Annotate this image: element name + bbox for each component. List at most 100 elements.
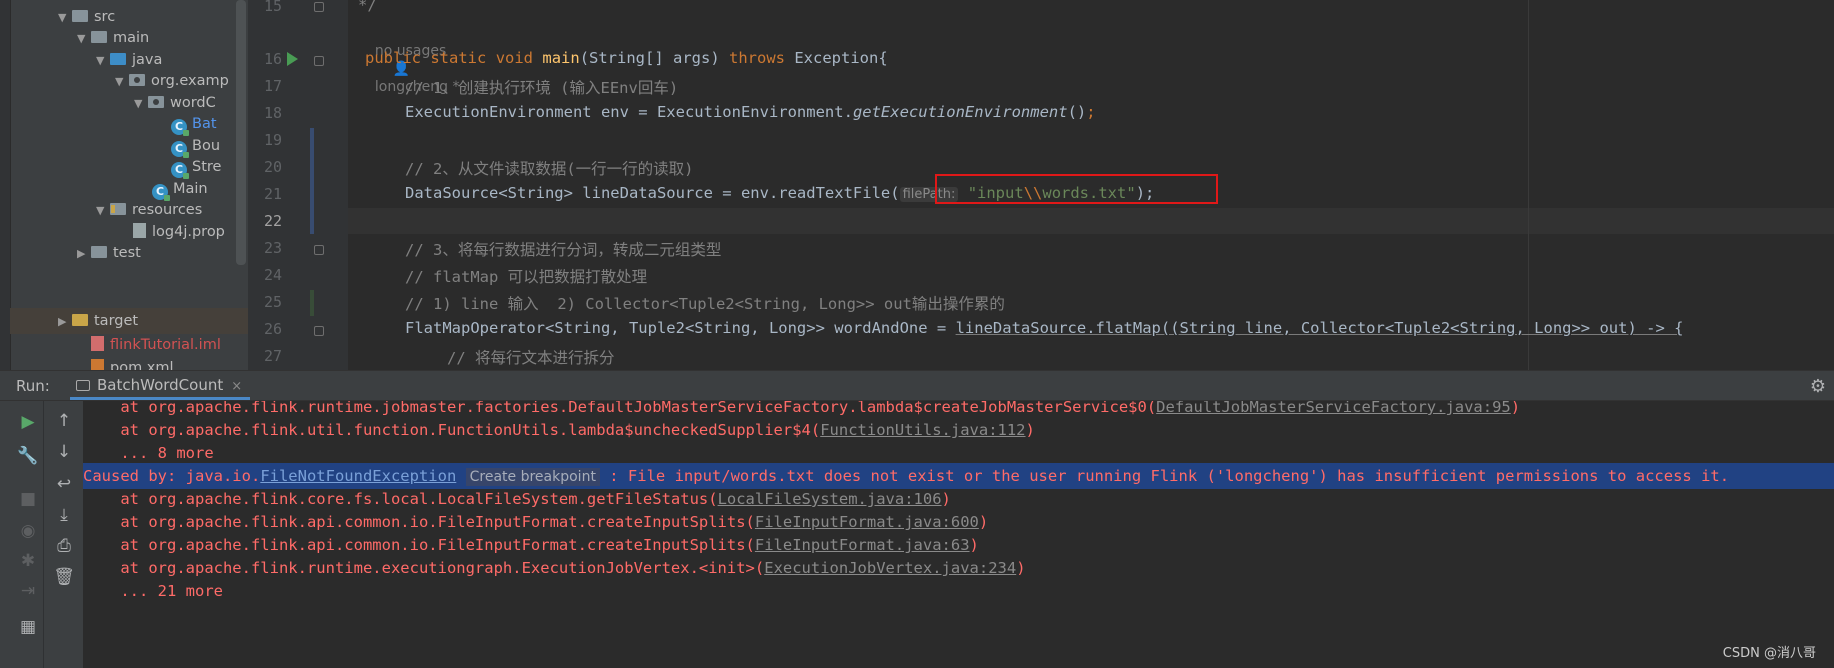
- console-line: at org.apache.flink.runtime.executiongra…: [83, 555, 1025, 581]
- fold-icon[interactable]: [314, 2, 324, 12]
- console-text: ): [1025, 421, 1035, 439]
- code-token: lineDataSource.flatMap((String line, Col…: [955, 319, 1684, 337]
- line-number: 18: [263, 104, 282, 122]
- highlight-box: [935, 174, 1218, 204]
- tree-item-label: main: [113, 30, 150, 46]
- line-number-current: 22: [263, 212, 282, 230]
- java-class-icon: C: [171, 162, 189, 179]
- trash-icon[interactable]: 🗑: [51, 567, 77, 587]
- console-line: at org.apache.flink.util.function.Functi…: [83, 417, 1035, 443]
- print-icon[interactable]: ⎙: [51, 536, 77, 556]
- tree-item-target[interactable]: ▶ target: [58, 309, 138, 334]
- tree-item-test[interactable]: ▶ test: [77, 241, 141, 266]
- code-token: throws: [729, 49, 785, 67]
- code-token: (String[] args): [579, 49, 729, 67]
- scroll-to-end-icon[interactable]: ⤓: [51, 505, 77, 525]
- console-text: ): [941, 490, 951, 508]
- java-class-icon: C: [171, 119, 189, 136]
- stop-icon[interactable]: ■: [15, 489, 41, 509]
- code-token: main: [542, 49, 580, 67]
- tree-item-label: pom.xml: [110, 360, 174, 370]
- line-number: 20: [263, 158, 282, 176]
- tree-scrollbar[interactable]: [236, 0, 246, 265]
- tree-item-label: java: [132, 52, 163, 68]
- console-text: at org.apache.flink.core.fs.local.LocalF…: [83, 490, 718, 508]
- watermark: CSDN @消八哥: [1722, 646, 1816, 661]
- stacktrace-link[interactable]: ExecutionJobVertex.java:234: [764, 559, 1016, 577]
- stacktrace-link[interactable]: DefaultJobMasterServiceFactory.java:95: [1156, 401, 1511, 416]
- tree-item-label: test: [113, 245, 141, 261]
- exception-link[interactable]: FileNotFoundException: [260, 467, 456, 485]
- run-config-tab[interactable]: BatchWordCount ×: [70, 371, 251, 400]
- line-number: 23: [263, 239, 282, 257]
- tree-item-file[interactable]: log4j.prop: [133, 220, 225, 245]
- stacktrace-link[interactable]: FileInputFormat.java:600: [755, 513, 979, 531]
- rerun-icon[interactable]: ▶: [15, 412, 41, 432]
- chevron-down-icon: ▼: [96, 54, 105, 67]
- code-line: */: [358, 0, 377, 14]
- tree-item-label: log4j.prop: [152, 224, 225, 240]
- run-gutter-icon[interactable]: [287, 52, 298, 66]
- tree-item-label: flinkTutorial.iml: [110, 337, 221, 353]
- tree-item-label: Bou: [192, 138, 221, 154]
- code-token: void: [495, 49, 534, 67]
- code-token: static: [430, 49, 487, 67]
- code-comment: // 将每行文本进行拆分: [447, 349, 615, 367]
- fold-icon[interactable]: [314, 56, 324, 66]
- tree-item-label: src: [94, 9, 116, 25]
- console-text: ): [1510, 401, 1521, 416]
- code-token: Exception{: [785, 49, 888, 67]
- console-icon: [76, 380, 90, 391]
- vcs-change-marker[interactable]: [310, 128, 314, 234]
- code-token: (): [1067, 103, 1087, 121]
- tab-label: BatchWordCount: [97, 376, 224, 394]
- iml-file-icon: [91, 336, 104, 351]
- wrench-icon[interactable]: 🔧: [15, 446, 41, 466]
- right-margin-guide: [1528, 0, 1529, 370]
- console-line: ... 21 more: [83, 582, 223, 600]
- tree-item-file[interactable]: flinkTutorial.iml: [91, 333, 221, 358]
- console-text: at org.apache.flink.runtime.executiongra…: [83, 559, 765, 577]
- stacktrace-link[interactable]: FunctionUtils.java:112: [820, 421, 1025, 439]
- run-tool-window-header: Run: BatchWordCount × ⚙: [0, 370, 1834, 401]
- gear-icon[interactable]: ⚙: [1810, 376, 1826, 397]
- line-number: 27: [263, 347, 282, 365]
- source-folder-icon: [110, 53, 126, 65]
- package-icon: [129, 74, 145, 86]
- code-line: ExecutionEnvironment env = ExecutionEnvi…: [405, 103, 1096, 121]
- fold-icon[interactable]: [314, 245, 324, 255]
- stacktrace-link[interactable]: FileInputFormat.java:63: [755, 536, 970, 554]
- layout-icon[interactable]: ▦: [15, 617, 41, 637]
- vcs-added-marker[interactable]: [310, 290, 314, 316]
- code-comment: // 1) line 输入 2) Collector<Tuple2<String…: [405, 295, 1005, 313]
- console-text: ): [969, 536, 979, 554]
- code-token: ;: [1086, 103, 1096, 121]
- console-text: at org.apache.flink.util.function.Functi…: [83, 421, 821, 439]
- chevron-down-icon: ▼: [115, 75, 124, 88]
- code-token: FlatMapOperator<String, Tuple2<String, L…: [405, 319, 956, 337]
- soft-wrap-icon[interactable]: ↩: [51, 474, 77, 494]
- camera-icon[interactable]: ◉: [15, 521, 41, 541]
- arrow-down-icon[interactable]: ↓: [51, 442, 77, 462]
- code-line: public static void main(String[] args) t…: [365, 49, 888, 67]
- arrow-up-icon[interactable]: ↑: [51, 411, 77, 431]
- stacktrace-link[interactable]: LocalFileSystem.java:106: [718, 490, 942, 508]
- code-comment: // 1、创建执行环境 (输入EEnv回车): [405, 79, 679, 97]
- exit-icon[interactable]: ⇥: [15, 581, 41, 601]
- console-text: at org.apache.flink.api.common.io.FileIn…: [83, 513, 755, 531]
- run-label: Run:: [16, 377, 50, 395]
- console-output[interactable]: at org.apache.flink.runtime.jobmaster.fa…: [83, 401, 1834, 668]
- chevron-right-icon: ▶: [58, 315, 67, 328]
- chevron-down-icon: ▼: [134, 97, 143, 110]
- folder-icon: [72, 10, 88, 22]
- line-number: 19: [263, 131, 282, 149]
- restore-layout-icon[interactable]: ✱: [15, 551, 41, 571]
- fold-icon[interactable]: [314, 326, 324, 336]
- tree-item-file[interactable]: pom.xml: [91, 356, 174, 370]
- close-icon[interactable]: ×: [231, 379, 242, 394]
- tree-item-label: Bat: [192, 116, 217, 132]
- tree-item-label: Stre: [192, 159, 222, 175]
- create-breakpoint-button[interactable]: Create breakpoint: [465, 468, 600, 486]
- chevron-right-icon: ▶: [77, 247, 86, 260]
- tree-item-label: target: [94, 313, 139, 329]
